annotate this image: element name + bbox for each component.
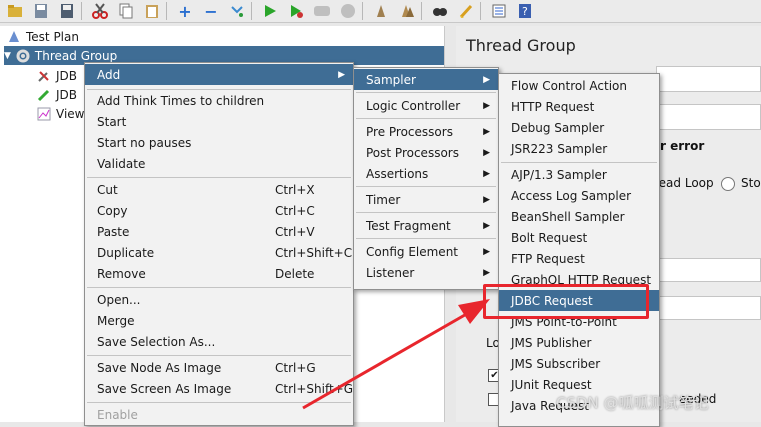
watermark: CSDN @呱呱测试笔记 (556, 394, 709, 412)
annotation-arrow-icon (302, 299, 490, 410)
